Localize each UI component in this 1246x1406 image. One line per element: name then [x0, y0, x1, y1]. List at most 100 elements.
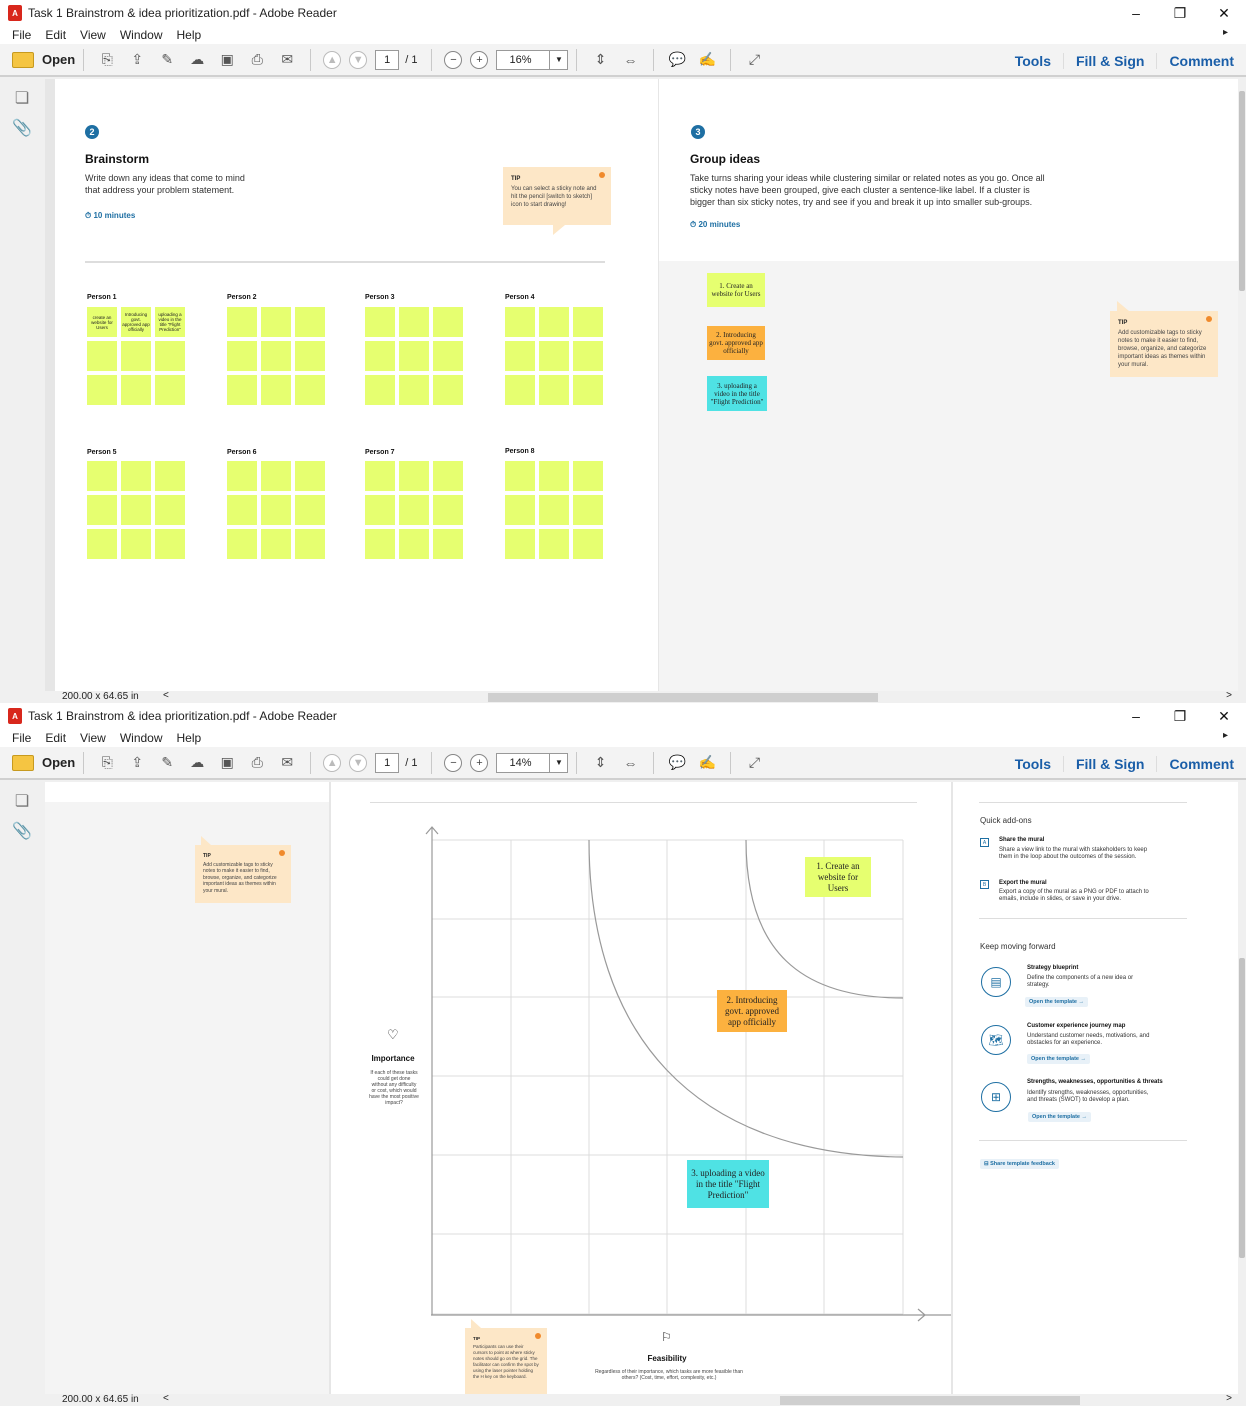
sticky-note[interactable] — [295, 307, 325, 337]
prev-page-icon[interactable]: ▲ — [323, 50, 342, 69]
sticky-note[interactable] — [261, 529, 291, 559]
sticky-note[interactable] — [261, 461, 291, 491]
group-note-2[interactable]: 2. Introducing govt. approved app offici… — [707, 326, 765, 360]
menu-edit[interactable]: Edit — [45, 28, 66, 42]
create-pdf-icon[interactable]: ⎘ — [96, 49, 118, 71]
fill-sign-button[interactable]: Fill & Sign — [1062, 52, 1156, 69]
menu-edit[interactable]: Edit — [45, 731, 66, 745]
sticky-note[interactable] — [573, 461, 603, 491]
create-pdf-icon[interactable]: ⎘ — [96, 752, 118, 774]
scroll-right-icon[interactable]: > — [1226, 690, 1232, 701]
zoom-dropdown-icon[interactable]: ▼ — [550, 49, 569, 70]
attachments-icon[interactable]: 📎 — [12, 117, 32, 139]
pages-icon[interactable]: ❏ — [12, 790, 32, 812]
sticky-note[interactable] — [227, 307, 257, 337]
chart-note-1[interactable]: 1. Create an website for Users — [805, 857, 871, 897]
sticky-note[interactable] — [365, 307, 395, 337]
upload-cloud-icon[interactable]: ☁ — [186, 49, 208, 71]
sticky-note[interactable] — [505, 341, 535, 371]
sticky-note[interactable] — [87, 341, 117, 371]
prev-page-icon[interactable]: ▲ — [323, 753, 342, 772]
comment-icon[interactable]: 💬 — [666, 49, 688, 71]
sticky-note[interactable] — [227, 495, 257, 525]
attachments-icon[interactable]: 📎 — [12, 820, 32, 842]
sticky-note[interactable] — [87, 375, 117, 405]
open-button[interactable]: Open — [12, 51, 75, 68]
sticky-note[interactable] — [261, 375, 291, 405]
sticky-note[interactable] — [365, 341, 395, 371]
edit-pdf-icon[interactable]: ✎ — [156, 752, 178, 774]
sticky-note[interactable] — [155, 461, 185, 491]
sticky-note[interactable] — [433, 461, 463, 491]
menu-more-icon[interactable]: ▸ — [1223, 730, 1228, 741]
zoom-out-icon[interactable]: − — [444, 50, 463, 69]
close-icon[interactable]: ✕ — [1202, 703, 1246, 729]
menu-view[interactable]: View — [80, 731, 106, 745]
next-page-icon[interactable]: ▼ — [349, 753, 368, 772]
sticky-note[interactable] — [433, 529, 463, 559]
menu-window[interactable]: Window — [120, 28, 163, 42]
scroll-right-icon[interactable]: > — [1226, 1393, 1232, 1404]
zoom-in-icon[interactable]: + — [470, 753, 489, 772]
sticky-note[interactable] — [505, 375, 535, 405]
sticky-note[interactable] — [539, 341, 569, 371]
sticky-note[interactable] — [87, 495, 117, 525]
pages-icon[interactable]: ❏ — [12, 87, 32, 109]
minimize-icon[interactable]: – — [1114, 703, 1158, 729]
sticky-note[interactable] — [505, 461, 535, 491]
sticky-note[interactable]: uploading a video in the title "Flight P… — [155, 307, 185, 337]
sticky-note[interactable] — [365, 495, 395, 525]
comment-button[interactable]: Comment — [1156, 755, 1246, 772]
page-number-input[interactable]: 1 — [375, 752, 400, 773]
sticky-note[interactable] — [155, 375, 185, 405]
sticky-note[interactable] — [295, 461, 325, 491]
zoom-dropdown-icon[interactable]: ▼ — [550, 752, 569, 773]
sign-icon[interactable]: ✍ — [696, 49, 718, 71]
comment-button[interactable]: Comment — [1156, 52, 1246, 69]
menu-view[interactable]: View — [80, 28, 106, 42]
sticky-note[interactable] — [227, 341, 257, 371]
sticky-note[interactable] — [505, 495, 535, 525]
sticky-note[interactable] — [399, 529, 429, 559]
menu-file[interactable]: File — [12, 731, 31, 745]
scroll-left-icon[interactable]: < — [163, 690, 169, 701]
sticky-note[interactable] — [295, 495, 325, 525]
sticky-note[interactable] — [121, 529, 151, 559]
sticky-note[interactable] — [121, 341, 151, 371]
sticky-note[interactable] — [399, 461, 429, 491]
sticky-note[interactable] — [573, 341, 603, 371]
minimize-icon[interactable]: – — [1114, 0, 1158, 26]
sticky-note[interactable] — [539, 307, 569, 337]
vertical-scrollbar[interactable] — [1238, 782, 1246, 1394]
sticky-note[interactable] — [505, 529, 535, 559]
sticky-note[interactable] — [505, 307, 535, 337]
sticky-note[interactable] — [433, 307, 463, 337]
sticky-note[interactable] — [433, 375, 463, 405]
sticky-note[interactable] — [399, 307, 429, 337]
export-pdf-icon[interactable]: ⇪ — [126, 752, 148, 774]
share-title[interactable]: Share the mural — [999, 837, 1044, 843]
tools-button[interactable]: Tools — [1003, 756, 1063, 772]
open-template-link-1[interactable]: Open the template → — [1025, 997, 1089, 1007]
print-icon[interactable]: ⎙ — [246, 752, 268, 774]
menu-more-icon[interactable]: ▸ — [1223, 27, 1228, 38]
group-note-1[interactable]: 1. Create an website for Users — [707, 273, 765, 307]
sticky-note[interactable] — [399, 495, 429, 525]
sticky-note[interactable] — [295, 529, 325, 559]
fullscreen-icon[interactable]: ⤢ — [743, 752, 765, 774]
sticky-note[interactable] — [155, 495, 185, 525]
horizontal-scrollbar[interactable] — [780, 1396, 1080, 1405]
sticky-note[interactable] — [573, 375, 603, 405]
menu-file[interactable]: File — [12, 28, 31, 42]
sticky-note[interactable] — [155, 529, 185, 559]
fit-page-icon[interactable]: ⇕ — [589, 752, 611, 774]
sticky-note[interactable] — [121, 461, 151, 491]
sign-icon[interactable]: ✍ — [696, 752, 718, 774]
sticky-note[interactable] — [539, 461, 569, 491]
zoom-input[interactable]: 16% — [496, 49, 551, 70]
sticky-note[interactable] — [433, 341, 463, 371]
edit-pdf-icon[interactable]: ✎ — [156, 49, 178, 71]
print-icon[interactable]: ⎙ — [246, 49, 268, 71]
fullscreen-icon[interactable]: ⤢ — [743, 49, 765, 71]
export-title[interactable]: Export the mural — [999, 880, 1047, 886]
